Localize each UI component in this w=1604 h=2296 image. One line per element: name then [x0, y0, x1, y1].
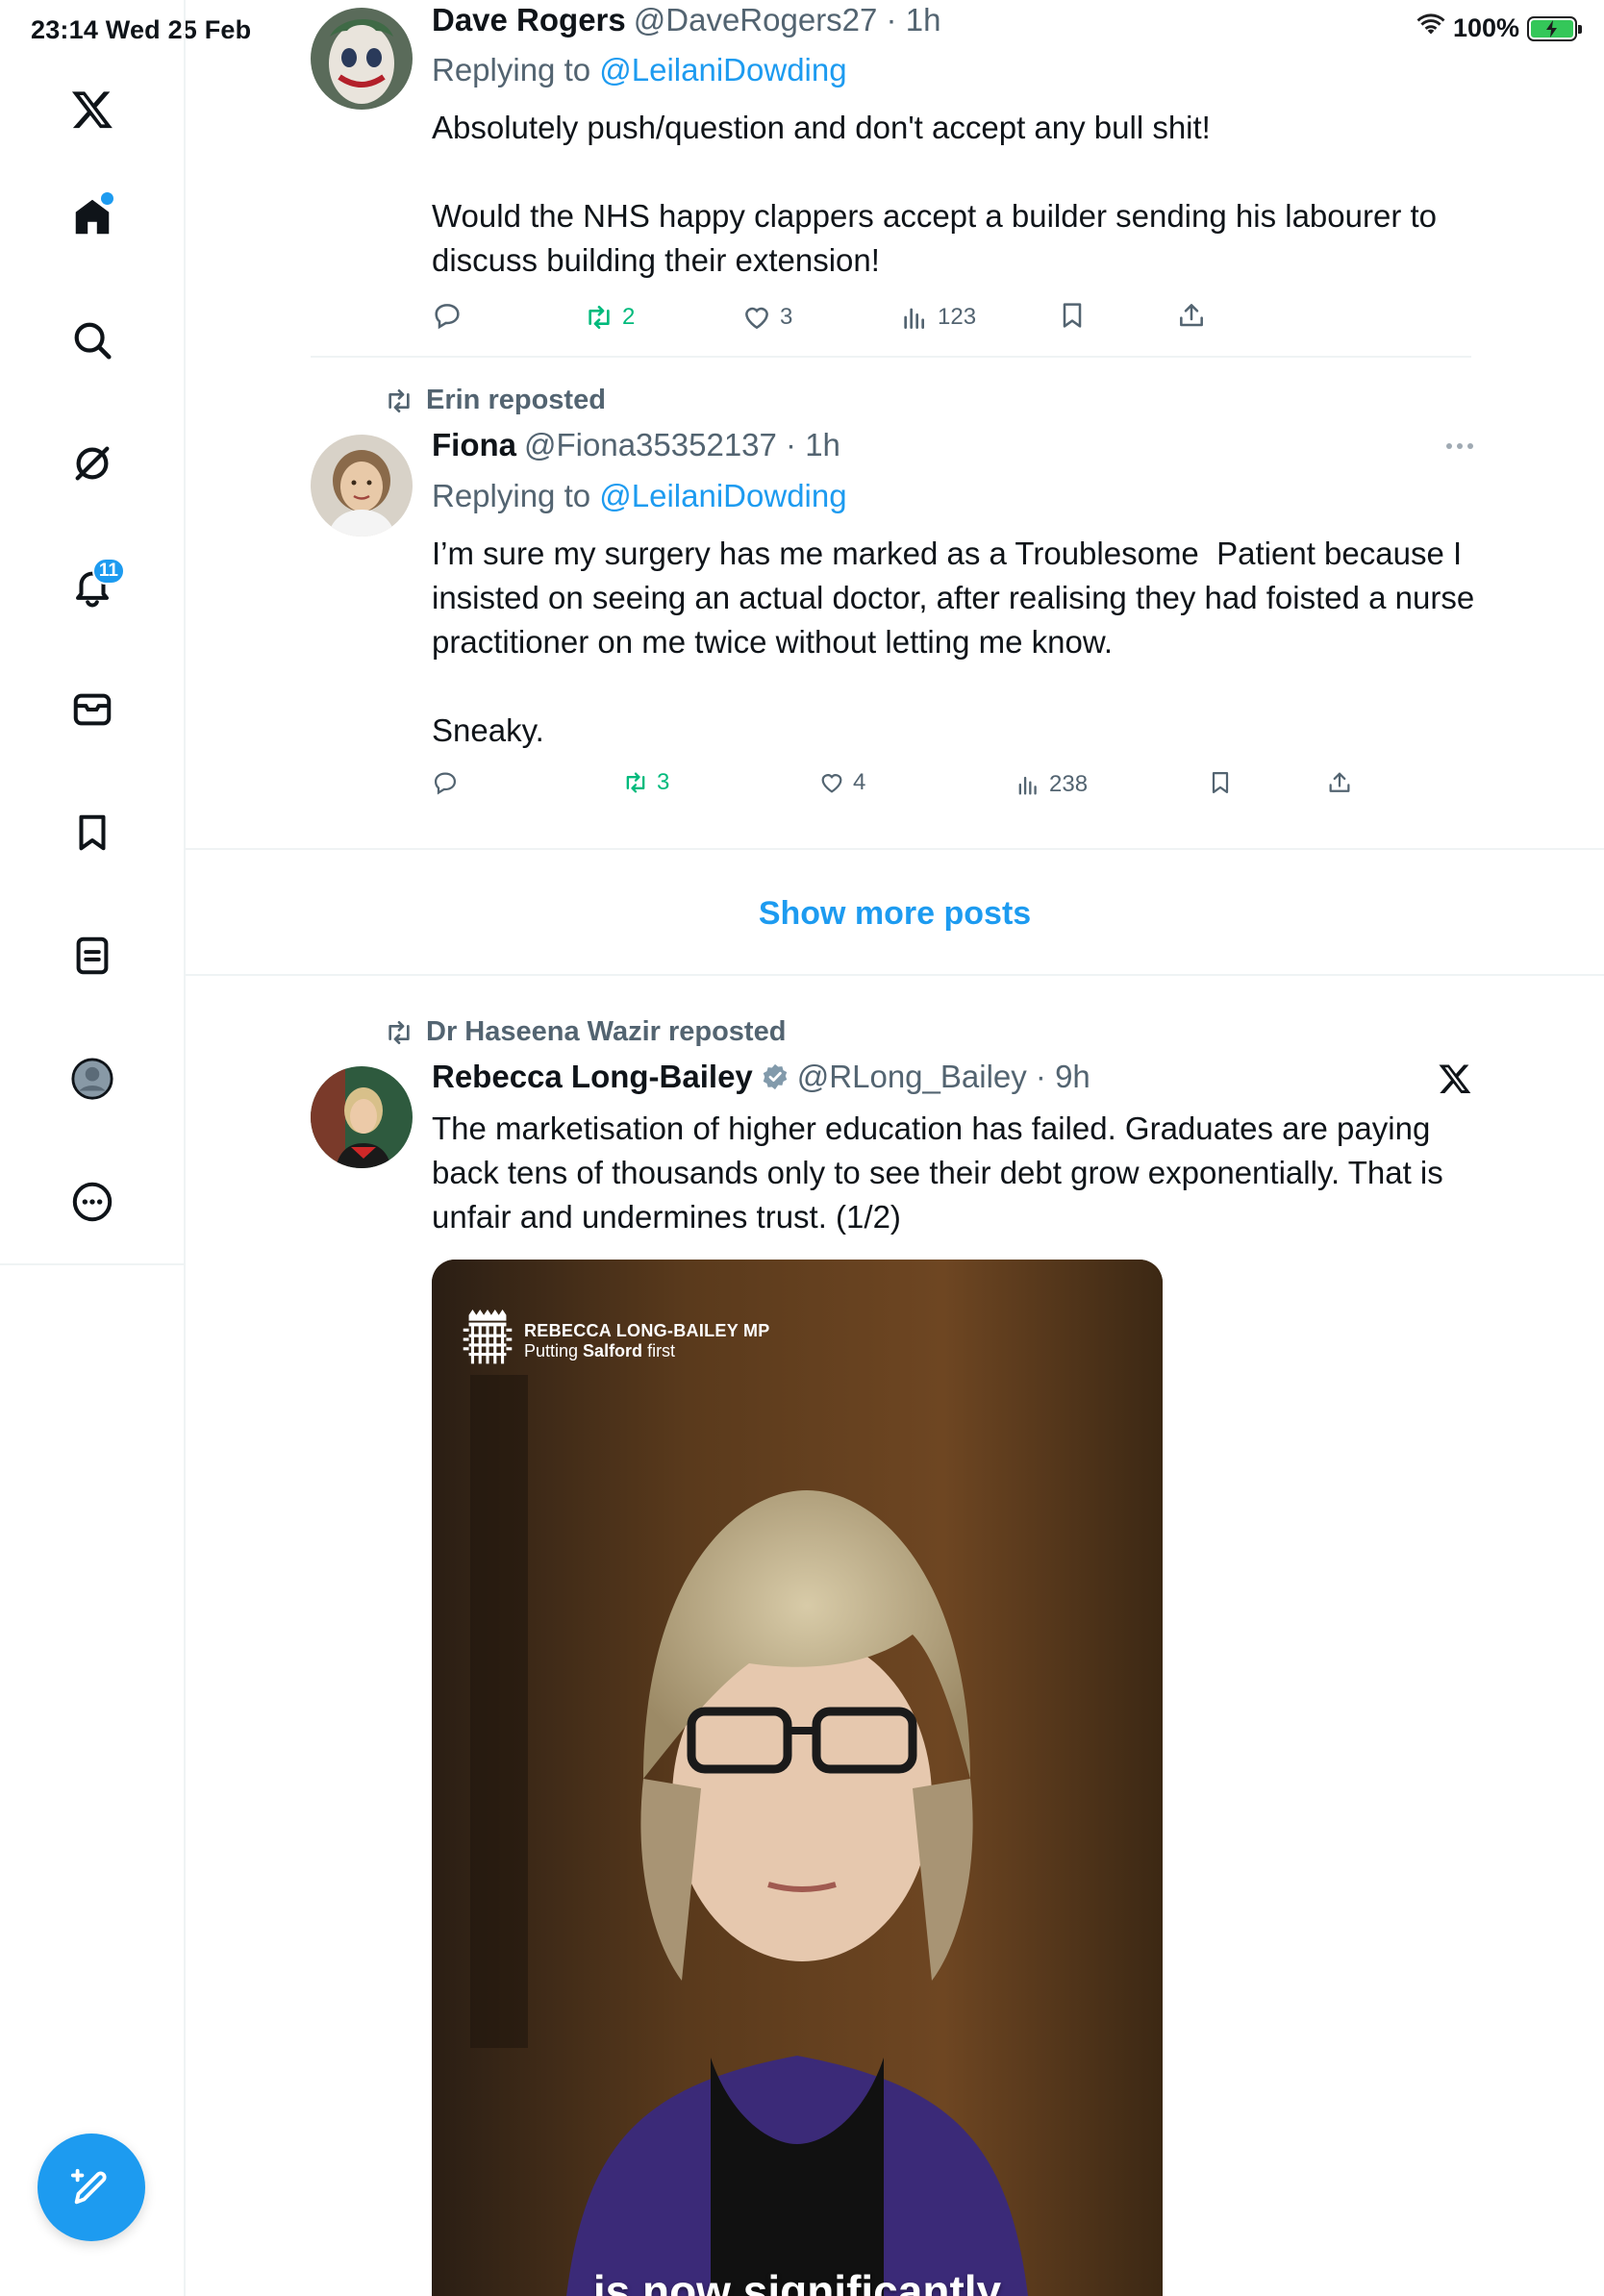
compose-button[interactable] — [38, 2134, 145, 2241]
repost-icon — [388, 388, 410, 412]
more-options-icon[interactable] — [1445, 438, 1474, 456]
grok-icon — [75, 446, 110, 481]
repost-count: 2 — [622, 304, 636, 330]
nav-home[interactable] — [54, 179, 131, 256]
profile-avatar-icon — [71, 1058, 113, 1100]
views-chart-icon — [904, 308, 924, 329]
repost-icon — [626, 772, 645, 793]
bookmark-icon — [79, 814, 106, 851]
like-count: 4 — [853, 769, 866, 795]
verified-badge-icon — [761, 1062, 789, 1096]
replying-to: Replying to @LeilaniDowding — [432, 478, 847, 514]
bookmark-icon — [1212, 771, 1229, 794]
replying-to-mention[interactable]: @LeilaniDowding — [599, 52, 846, 87]
nav-messages[interactable] — [54, 671, 131, 748]
home-unread-dot — [101, 192, 113, 205]
compose-feather-icon — [70, 2168, 107, 2205]
reply-button[interactable] — [432, 769, 459, 796]
section-divider — [186, 974, 1604, 976]
views-button[interactable]: 238 — [1015, 771, 1088, 798]
share-icon — [1329, 772, 1350, 792]
more-circle-icon — [72, 1182, 113, 1222]
replying-to-prefix: Replying to — [432, 52, 600, 87]
repost-icon — [388, 1020, 410, 1044]
bookmark-icon — [1063, 303, 1082, 328]
author-handle[interactable]: @Fiona35352137 · 1h — [524, 427, 840, 463]
reply-button[interactable] — [432, 300, 463, 331]
like-button[interactable]: 3 — [741, 302, 792, 333]
timeline: Dave Rogers @DaveRogers27 · 1h Replying … — [186, 0, 1604, 2296]
sidebar-divider — [0, 1263, 185, 1265]
tweet-text: The marketisation of higher education ha… — [432, 1111, 1452, 1235]
nav-profile[interactable] — [54, 1040, 131, 1117]
nav-grok[interactable] — [54, 425, 131, 502]
reposted-by[interactable]: Dr Haseena Wazir reposted — [384, 1016, 786, 1048]
repost-button[interactable]: 2 — [584, 302, 635, 333]
share-button[interactable] — [1326, 769, 1353, 796]
author-handle[interactable]: @DaveRogers27 · 1h — [634, 2, 941, 38]
avatar[interactable] — [311, 1066, 413, 1168]
reply-icon — [434, 772, 457, 795]
video-brand-title: REBECCA LONG-BAILEY MP — [524, 1321, 770, 1340]
reposted-by-label: Erin reposted — [426, 385, 606, 415]
bookmark-button[interactable] — [1207, 769, 1234, 796]
nav-lists[interactable] — [54, 917, 131, 994]
avatar[interactable] — [311, 435, 413, 537]
repost-count: 3 — [657, 769, 670, 795]
section-divider — [186, 848, 1604, 850]
author-name[interactable]: Dave Rogers — [432, 2, 626, 38]
tweet-video[interactable]: REBECCA LONG-BAILEY MP Putting Salford f… — [432, 1260, 1163, 2296]
video-brand: REBECCA LONG-BAILEY MP Putting Salford f… — [459, 1308, 770, 1375]
show-more-posts-button[interactable]: Show more posts — [186, 851, 1604, 976]
like-count: 3 — [780, 304, 793, 330]
replying-to-mention[interactable]: @LeilaniDowding — [599, 478, 846, 513]
replying-to-prefix: Replying to — [432, 478, 600, 513]
views-chart-icon — [1018, 776, 1037, 795]
tweet-divider — [311, 356, 1471, 358]
x-grok-icon[interactable] — [1438, 1061, 1472, 1101]
author-name[interactable]: Rebecca Long-Bailey — [432, 1059, 753, 1095]
reposted-by-label: Dr Haseena Wazir reposted — [426, 1016, 787, 1047]
reposted-by[interactable]: Erin reposted — [384, 385, 606, 416]
views-count: 238 — [1049, 771, 1089, 797]
replying-to: Replying to @LeilaniDowding — [432, 52, 847, 88]
nav-notifications[interactable]: 11 — [54, 548, 131, 625]
avatar[interactable] — [311, 8, 413, 110]
author-name[interactable]: Fiona — [432, 427, 516, 463]
nav-more[interactable] — [54, 1163, 131, 1240]
nav-explore[interactable] — [54, 302, 131, 379]
list-icon — [76, 936, 109, 975]
tweet-text: I’m sure my surgery has me marked as a T… — [432, 536, 1475, 748]
video-caption: is now significantly — [592, 2266, 1002, 2296]
portcullis-logo-icon — [463, 1309, 513, 1364]
tweet-text: Absolutely push/question and don't accep… — [432, 110, 1438, 278]
share-button[interactable] — [1176, 300, 1207, 331]
sidebar: 11 — [0, 0, 186, 2296]
heart-icon — [745, 307, 768, 330]
views-count: 123 — [938, 304, 977, 330]
reply-icon — [435, 304, 460, 330]
envelope-icon — [73, 693, 112, 726]
heart-icon — [821, 774, 842, 793]
video-brand-subtitle: Putting Salford first — [524, 1341, 676, 1360]
nav-bookmarks[interactable] — [54, 794, 131, 871]
repost-icon — [589, 306, 610, 329]
repost-button[interactable]: 3 — [622, 769, 669, 796]
x-logo-icon[interactable] — [54, 71, 131, 148]
author-handle[interactable]: @RLong_Bailey · 9h — [797, 1059, 1090, 1095]
bookmark-button[interactable] — [1057, 300, 1088, 331]
notifications-badge: 11 — [91, 558, 125, 585]
search-icon — [74, 322, 112, 360]
views-button[interactable]: 123 — [899, 302, 976, 333]
share-icon — [1180, 304, 1203, 327]
like-button[interactable]: 4 — [818, 769, 865, 796]
video-frame — [432, 1260, 1163, 2296]
